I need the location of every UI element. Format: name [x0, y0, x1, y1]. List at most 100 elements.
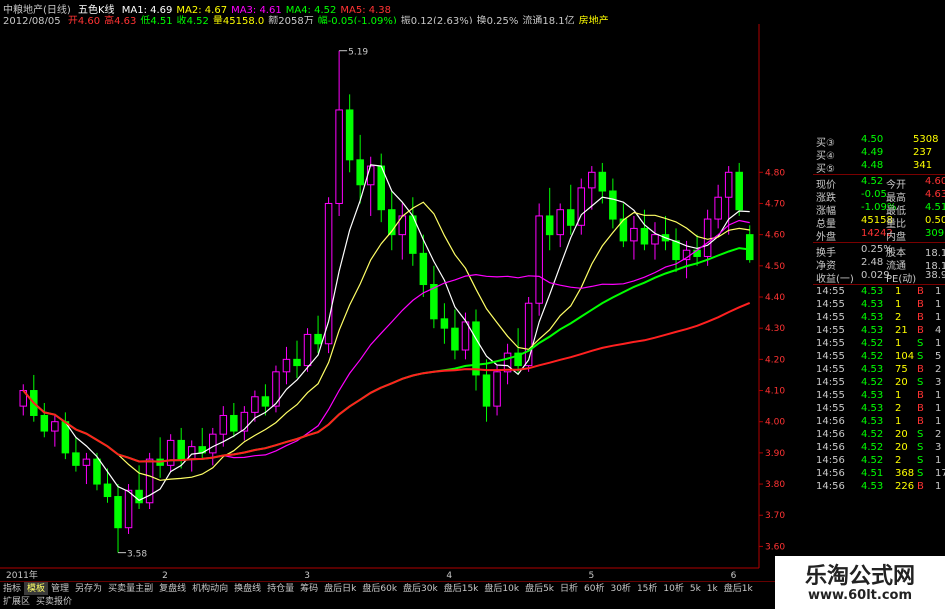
indicator-tab[interactable]: 机构动向 [189, 582, 231, 596]
y-tick-label: 3.80 [765, 480, 785, 490]
stat-value: 38.9 [925, 270, 945, 281]
bid-row: 买④ 4.49 237 [813, 147, 945, 162]
tick-count: 1 [935, 338, 942, 349]
tick-price: 4.53 [861, 312, 884, 323]
stat-value: 4.52 [861, 176, 884, 187]
candle-body [745, 234, 754, 261]
indicator-tab[interactable]: 管理 [48, 582, 72, 596]
indicator-tab[interactable]: 盘后30k [400, 582, 441, 596]
indicator-tab[interactable]: 盘后5k [522, 582, 557, 596]
tick-price: 4.53 [861, 299, 884, 310]
candle-body [251, 396, 259, 413]
tick-direction: B [917, 403, 924, 414]
stat-key: 外盘 [816, 232, 836, 243]
tick-time: 14:55 [816, 364, 845, 375]
indicator-tab[interactable]: 30析 [607, 582, 633, 596]
indicator-tab[interactable]: 盘后1k [721, 582, 756, 596]
indicator-tab[interactable]: 筹码 [297, 582, 321, 596]
tick-volume: 20 [895, 429, 908, 440]
indicator-tab[interactable]: 盘后15k [441, 582, 482, 596]
x-tick-label: 4 [446, 571, 452, 581]
tick-direction: B [917, 299, 924, 310]
candle-body [672, 240, 680, 261]
x-tick-label: 6 [731, 571, 737, 581]
candle-body [166, 439, 175, 466]
tick-direction: B [917, 286, 924, 297]
candle-body [366, 165, 375, 186]
indicator-tab[interactable]: 持仓量 [264, 582, 297, 596]
indicator-tab[interactable]: 换盘线 [231, 582, 264, 596]
indicator-tab[interactable]: 另存为 [72, 582, 105, 596]
indicator-tab[interactable]: 60析 [581, 582, 607, 596]
kline-chart[interactable]: 4.80 4.70 4.60 4.50 4.40 4.30 4.20 4.10 4.00 3.90… [0, 24, 790, 581]
quote-stat-row: 现价 4.52 今开 4.60 [813, 176, 945, 191]
y-tick-label: 4.00 [765, 418, 785, 428]
tick-count: 1 [935, 299, 942, 310]
quote-stat-row: 外盘14242内盘30916 [813, 228, 945, 243]
indicator-tab[interactable]: 盘后日k [321, 582, 359, 596]
site-watermark: 乐淘公式网 www.60lt.com [775, 556, 945, 609]
indicator-tab[interactable]: 盘后10k [481, 582, 522, 596]
indicator-tab[interactable]: 盘后60k [359, 582, 400, 596]
tick-count: 3 [935, 442, 942, 453]
stat-key: PE(动) [886, 274, 917, 285]
candle-body [282, 358, 291, 373]
extension-tab[interactable]: 买卖报价 [33, 595, 75, 609]
stat-value: 0.50 [925, 215, 945, 226]
extension-tab[interactable]: 扩展区 [0, 595, 33, 609]
tick-price: 4.52 [861, 351, 884, 362]
tick-volume: 1 [895, 338, 902, 349]
candle[interactable] [535, 203, 543, 316]
tick-time: 14:55 [816, 377, 845, 388]
tick-count: 1 [935, 286, 942, 297]
candle-body [545, 215, 554, 236]
indicator-tab[interactable]: 5k [687, 582, 704, 596]
tick-count: 3 [935, 377, 942, 388]
indicator-tab[interactable]: 1k [704, 582, 721, 596]
tick-time: 14:55 [816, 325, 845, 336]
tick-price: 4.53 [861, 481, 884, 492]
indicator-tab[interactable]: 日析 [557, 582, 581, 596]
tick-price: 4.52 [861, 338, 884, 349]
tick-volume: 104 [895, 351, 915, 362]
tick-count: 1 [935, 312, 942, 323]
tick-volume: 75 [895, 364, 908, 375]
stat-key: 内盘 [886, 232, 906, 243]
candle-body [114, 496, 122, 529]
tick-row: 14:56 4.53 226 B 1 [813, 481, 945, 494]
indicator-tab[interactable]: 指标 [0, 582, 24, 596]
tick-time: 14:55 [816, 299, 845, 310]
tick-price: 4.53 [861, 364, 884, 375]
tick-time: 14:55 [816, 338, 845, 349]
tick-time: 14:56 [816, 468, 845, 479]
tick-count: 2 [935, 364, 942, 375]
indicator-tab[interactable]: 15析 [634, 582, 660, 596]
candle-body [51, 421, 59, 432]
tick-time: 14:56 [816, 481, 845, 492]
indicator-tab[interactable]: 10析 [660, 582, 686, 596]
tick-count: 2 [935, 429, 942, 440]
tick-price: 4.52 [861, 429, 884, 440]
x-tick-label: 2 [162, 571, 168, 581]
tick-row: 14:55 4.53 2 B 1 [813, 403, 945, 416]
indicator-tab[interactable]: 买卖量主副 [105, 582, 156, 596]
candle-body [230, 414, 238, 432]
quote-stat-row: 涨跌 -0.05 最高 4.63 [813, 189, 945, 204]
tick-volume: 21 [895, 325, 908, 336]
tick-time: 14:56 [816, 442, 845, 453]
indicator-tab[interactable]: 模板 [24, 582, 49, 596]
tick-price: 4.52 [861, 442, 884, 453]
bid-row: 买③ 4.50 5308 [813, 134, 945, 149]
candle-body [472, 321, 480, 376]
tick-price: 4.52 [861, 455, 884, 466]
tick-volume: 1 [895, 286, 902, 297]
tick-count: 1 [935, 416, 942, 427]
tick-volume: 2 [895, 455, 902, 466]
tick-count: 17 [935, 468, 945, 479]
tick-direction: S [917, 429, 924, 440]
candle-body [640, 227, 649, 245]
indicator-tab[interactable]: 复盘线 [156, 582, 189, 596]
tick-row: 14:56 4.51 368 S 17 [813, 468, 945, 481]
bid-volume: 5308 [913, 134, 939, 145]
candle-body [72, 452, 80, 466]
